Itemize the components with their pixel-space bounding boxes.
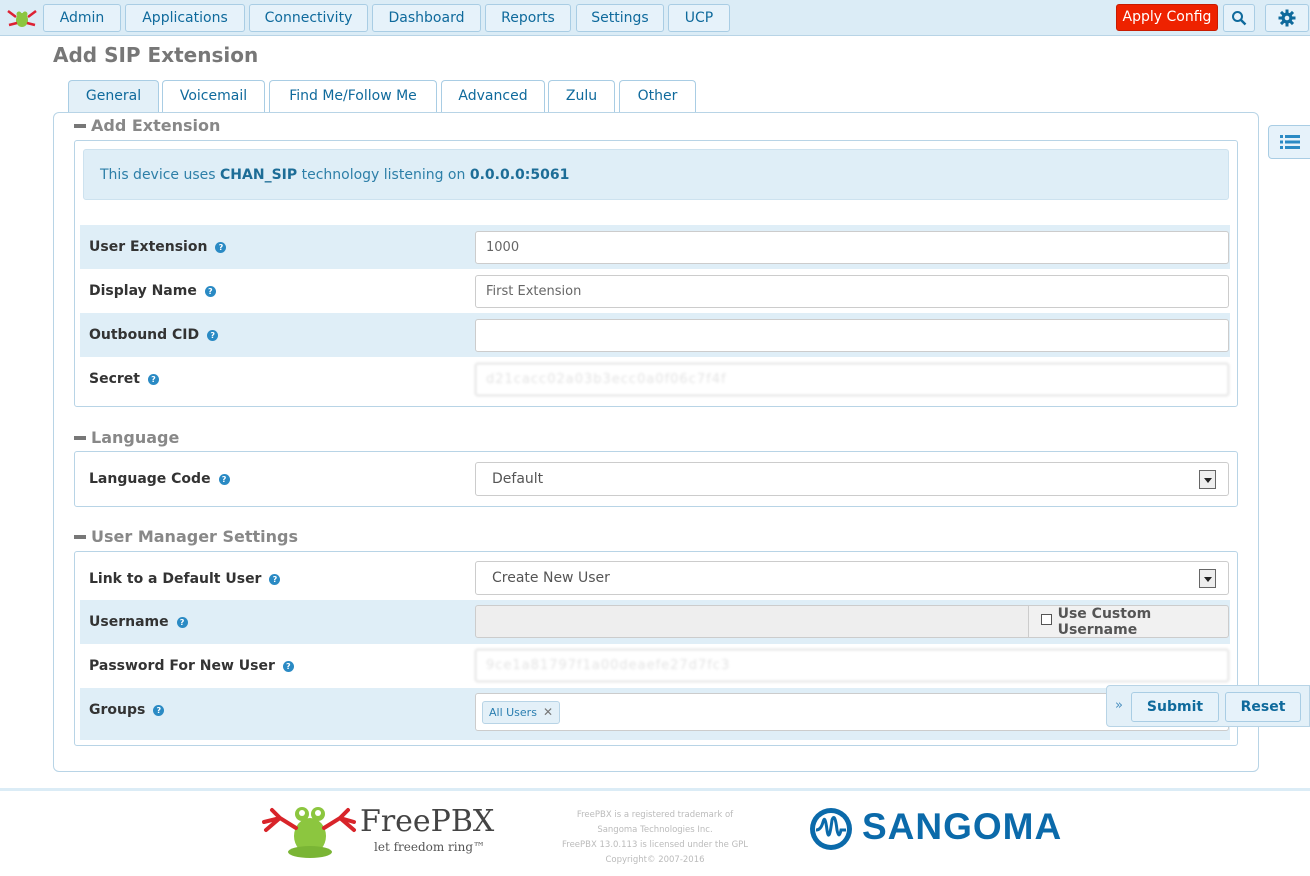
collapse-bar-icon[interactable]: » xyxy=(1115,698,1123,713)
tab-other[interactable]: Other xyxy=(619,80,696,112)
display-name-input[interactable]: First Extension xyxy=(475,275,1229,308)
settings-button[interactable] xyxy=(1265,4,1309,32)
sangoma-wordmark: SANGOMA xyxy=(862,806,1063,847)
section-user-manager[interactable]: User Manager Settings xyxy=(74,527,298,546)
help-icon[interactable]: ? xyxy=(215,241,227,253)
info-address: 0.0.0.0:5061 xyxy=(469,167,570,183)
help-icon[interactable]: ? xyxy=(147,373,159,385)
tab-zulu[interactable]: Zulu xyxy=(548,80,615,112)
row-groups: Groups? All Users ✕ xyxy=(80,688,1230,740)
info-text: This device uses xyxy=(100,167,221,183)
legal-line: Sangoma Technologies Inc. xyxy=(597,825,713,835)
nav-settings[interactable]: Settings xyxy=(576,4,664,32)
field-label: Language Code xyxy=(89,471,211,487)
nav-reports[interactable]: Reports xyxy=(485,4,571,32)
help-icon[interactable]: ? xyxy=(176,616,188,628)
reset-button[interactable]: Reset xyxy=(1225,692,1301,722)
field-label: Outbound CID xyxy=(89,327,200,343)
floating-action-bar: » Submit Reset xyxy=(1106,685,1310,727)
section-title: Language xyxy=(91,428,180,447)
nav-connectivity[interactable]: Connectivity xyxy=(249,4,368,32)
row-username: Username? Use Custom Username xyxy=(80,600,1230,644)
link-default-user-select[interactable]: Create New User xyxy=(475,561,1229,595)
row-language-code: Language Code? Default xyxy=(80,457,1230,501)
row-display-name: Display Name? First Extension xyxy=(80,269,1230,313)
legal-line: Copyright© 2007-2016 xyxy=(605,855,705,865)
freepbx-wordmark: FreePBX xyxy=(360,804,495,839)
field-label: User Extension xyxy=(89,239,208,255)
collapse-icon xyxy=(74,123,86,128)
group-tag: All Users ✕ xyxy=(482,701,560,724)
nav-ucp[interactable]: UCP xyxy=(668,4,730,32)
field-label: Username xyxy=(89,614,169,630)
row-user-extension: User Extension? 1000 xyxy=(80,225,1230,269)
collapse-icon xyxy=(74,534,86,539)
collapse-icon xyxy=(74,435,86,440)
field-label: Groups xyxy=(89,702,146,718)
nav-applications[interactable]: Applications xyxy=(125,4,245,32)
footer-divider xyxy=(0,788,1310,791)
freepbx-logo-icon[interactable] xyxy=(4,5,40,29)
info-text-middle: technology listening on xyxy=(297,167,470,183)
checkbox-label: Use Custom Username xyxy=(1057,605,1152,638)
tab-find-me-follow-me[interactable]: Find Me/Follow Me xyxy=(269,80,437,112)
legal-line: FreePBX is a registered trademark of xyxy=(576,810,734,820)
help-icon[interactable]: ? xyxy=(269,573,281,585)
use-custom-username-toggle[interactable]: Use Custom Username xyxy=(1028,605,1229,638)
help-icon[interactable]: ? xyxy=(218,473,230,485)
help-icon[interactable]: ? xyxy=(207,329,219,341)
info-tech: CHAN_SIP xyxy=(220,167,298,183)
row-password-new-user: Password For New User? 9ce1a81797f1a00de… xyxy=(80,644,1230,688)
sangoma-logo-icon[interactable] xyxy=(808,806,854,852)
tab-voicemail[interactable]: Voicemail xyxy=(162,80,265,112)
remove-tag-icon[interactable]: ✕ xyxy=(543,702,553,723)
section-title: User Manager Settings xyxy=(91,527,299,546)
page-nav-toggle[interactable] xyxy=(1268,125,1310,159)
top-navbar: Admin Applications Connectivity Dashboar… xyxy=(0,0,1310,36)
secret-input[interactable]: d21cacc02a03b3ecc0a0f06c7f4f xyxy=(475,363,1229,396)
user-extension-input[interactable]: 1000 xyxy=(475,231,1229,264)
section-language[interactable]: Language xyxy=(74,428,179,447)
field-label: Password For New User xyxy=(89,658,275,674)
field-label: Secret xyxy=(89,371,140,387)
device-info-alert: This device uses CHAN_SIP technology lis… xyxy=(83,149,1229,200)
section-title: Add Extension xyxy=(91,116,221,135)
help-icon[interactable]: ? xyxy=(153,704,165,716)
dropdown-arrow-icon xyxy=(1199,569,1216,588)
list-icon xyxy=(1280,135,1300,149)
help-icon[interactable]: ? xyxy=(204,285,216,297)
search-icon xyxy=(1232,11,1247,26)
nav-dashboard[interactable]: Dashboard xyxy=(372,4,481,32)
select-value: Default xyxy=(492,471,544,487)
tag-label: All Users xyxy=(489,706,537,719)
tab-general[interactable]: General xyxy=(68,80,159,113)
select-value: Create New User xyxy=(492,570,610,586)
username-input xyxy=(475,605,1029,638)
field-label: Display Name xyxy=(89,283,197,299)
section-add-extension[interactable]: Add Extension xyxy=(74,116,220,135)
legal-line: FreePBX 13.0.113 is licensed under the G… xyxy=(561,840,749,850)
page-title: Add SIP Extension xyxy=(53,43,259,67)
row-secret: Secret? d21cacc02a03b3ecc0a0f06c7f4f xyxy=(80,357,1230,401)
language-code-select[interactable]: Default xyxy=(475,462,1229,496)
outbound-cid-input[interactable] xyxy=(475,319,1229,352)
freepbx-tagline: let freedom ring™ xyxy=(374,840,486,854)
password-input[interactable]: 9ce1a81797f1a00deaefe27d7fc3 xyxy=(475,649,1229,682)
search-button[interactable] xyxy=(1223,4,1255,32)
apply-config-button[interactable]: Apply Config xyxy=(1116,4,1218,31)
legal-text: FreePBX is a registered trademark of San… xyxy=(540,808,770,868)
gear-icon xyxy=(1278,9,1296,27)
submit-button[interactable]: Submit xyxy=(1131,692,1219,722)
field-label: Link to a Default User xyxy=(89,571,262,587)
dropdown-arrow-icon xyxy=(1199,470,1216,489)
row-link-default-user: Link to a Default User? Create New User xyxy=(80,557,1230,601)
help-icon[interactable]: ? xyxy=(282,660,294,672)
tab-advanced[interactable]: Advanced xyxy=(441,80,545,112)
nav-admin[interactable]: Admin xyxy=(43,4,121,32)
checkbox[interactable] xyxy=(1041,614,1052,625)
row-outbound-cid: Outbound CID? xyxy=(80,313,1230,357)
